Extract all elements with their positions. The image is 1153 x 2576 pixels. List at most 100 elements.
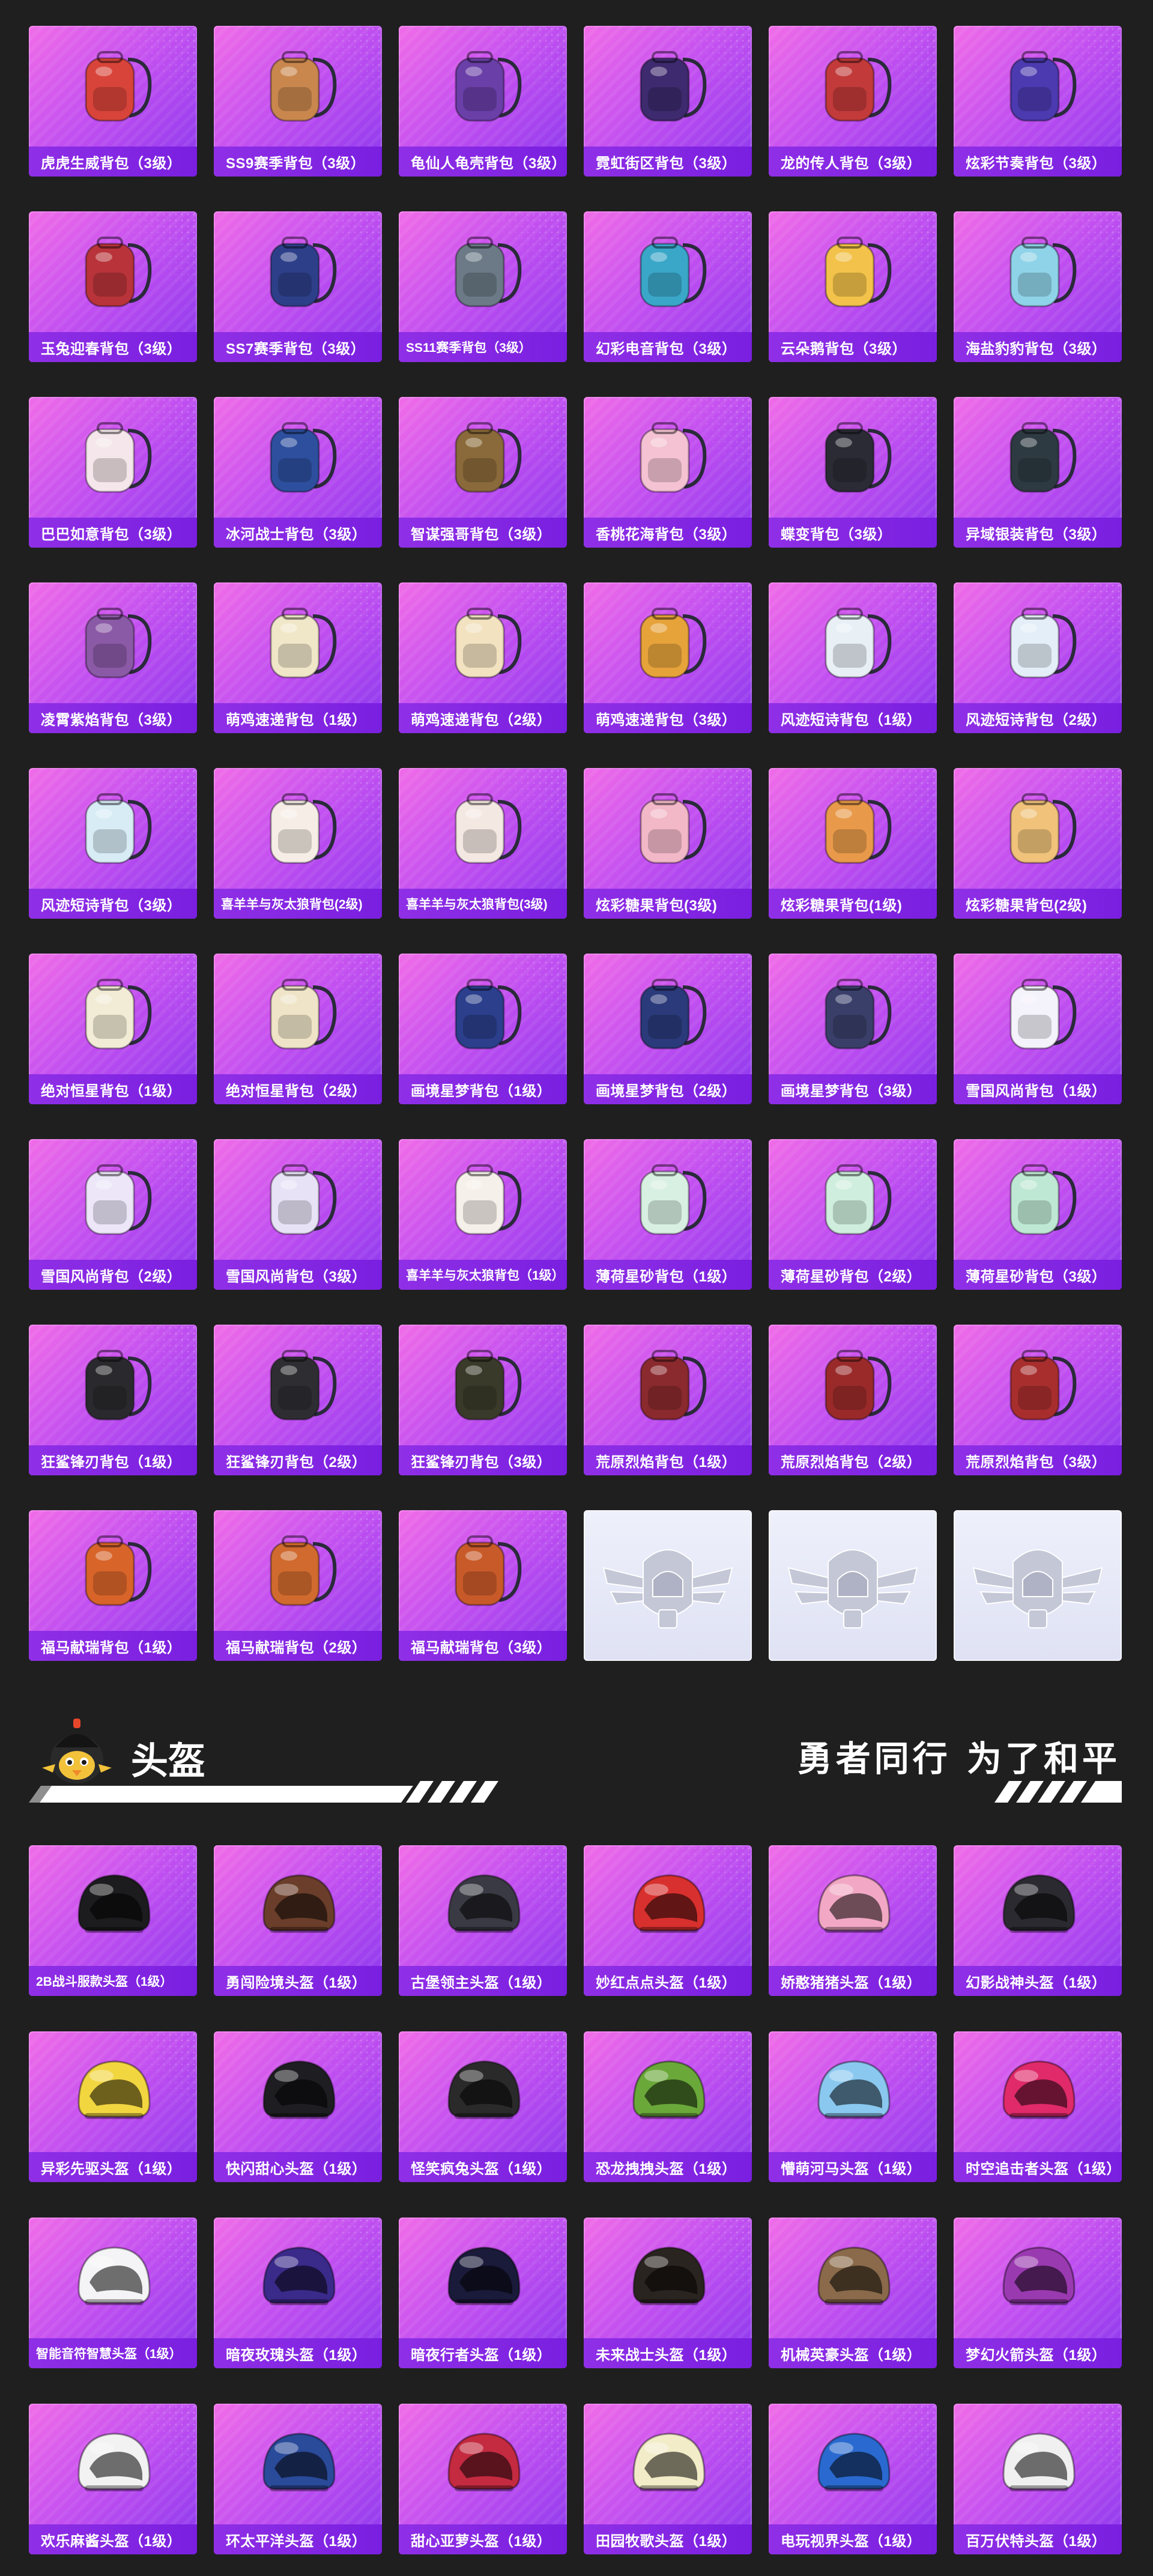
backpack-card[interactable]: 狂鲨锋刃背包（1级）: [29, 1325, 197, 1475]
backpack-icon: [29, 26, 197, 147]
backpack-card[interactable]: 画境星梦背包（1级）: [399, 954, 567, 1104]
helmet-card[interactable]: 娇憨猪猪头盔（1级）: [769, 1845, 937, 1996]
backpack-card[interactable]: 云朵鹅背包（3级）: [769, 211, 937, 362]
backpack-card[interactable]: 萌鸡速递背包（1级）: [214, 582, 382, 733]
placeholder-card[interactable]: [584, 1510, 752, 1661]
backpack-card[interactable]: 绝对恒星背包（2级）: [214, 954, 382, 1104]
helmet-card[interactable]: 甜心亚萝头盔（1级）: [399, 2404, 567, 2554]
helmet-card[interactable]: 田园牧歌头盔（1级）: [584, 2404, 752, 2554]
helmet-card[interactable]: 古堡领主头盔（1级）: [399, 1845, 567, 1996]
backpack-icon: [584, 1139, 752, 1260]
helmet-card[interactable]: 未来战士头盔（1级）: [584, 2218, 752, 2368]
backpack-card[interactable]: 风迹短诗背包（1级）: [769, 582, 937, 733]
helmet-card[interactable]: 勇闯险境头盔（1级）: [214, 1845, 382, 1996]
helmet-card[interactable]: 梦幻火箭头盔（1级）: [954, 2218, 1122, 2368]
backpack-card[interactable]: 冰河战士背包（3级）: [214, 397, 382, 548]
helmet-icon: [584, 1845, 752, 1966]
backpack-card[interactable]: 玉兔迎春背包（3级）: [29, 211, 197, 362]
helmet-card[interactable]: 机械英豪头盔（1级）: [769, 2218, 937, 2368]
backpack-card[interactable]: SS11赛季背包（3级）: [399, 211, 567, 362]
backpack-card[interactable]: 福马献瑞背包（3级）: [399, 1510, 567, 1661]
helmet-card[interactable]: 妙红点点头盔（1级）: [584, 1845, 752, 1996]
helmet-card[interactable]: 2B战斗服款头盔（1级）: [29, 1845, 197, 1996]
backpack-card[interactable]: 薄荷星砂背包（1级）: [584, 1139, 752, 1290]
backpack-icon: [29, 582, 197, 703]
backpack-name-label: 薄荷星砂背包（1级）: [584, 1260, 752, 1290]
helmet-icon: [29, 2031, 197, 2152]
backpack-card[interactable]: 荒原烈焰背包（3级）: [954, 1325, 1122, 1475]
backpack-card[interactable]: 薄荷星砂背包（2级）: [769, 1139, 937, 1290]
backpack-card[interactable]: 喜羊羊与灰太狼背包(2级): [214, 768, 382, 919]
helmet-card[interactable]: 百万伏特头盔（1级）: [954, 2404, 1122, 2554]
backpack-card[interactable]: 炫彩糖果背包(3级): [584, 768, 752, 919]
backpack-card[interactable]: 异域银装背包（3级）: [954, 397, 1122, 548]
helmet-icon: [954, 1845, 1122, 1966]
backpack-card[interactable]: SS9赛季背包（3级）: [214, 26, 382, 177]
backpack-card[interactable]: 龟仙人龟壳背包（3级）: [399, 26, 567, 177]
backpack-card[interactable]: 雪国风尚背包（2级）: [29, 1139, 197, 1290]
backpack-card[interactable]: 荒原烈焰背包（1级）: [584, 1325, 752, 1475]
backpack-card[interactable]: 雪国风尚背包（1级）: [954, 954, 1122, 1104]
backpack-card[interactable]: 荒原烈焰背包（2级）: [769, 1325, 937, 1475]
helmet-card[interactable]: 幻影战神头盔（1级）: [954, 1845, 1122, 1996]
backpack-card[interactable]: 虎虎生威背包（3级）: [29, 26, 197, 177]
backpack-card[interactable]: 狂鲨锋刃背包（2级）: [214, 1325, 382, 1475]
placeholder-card[interactable]: [954, 1510, 1122, 1661]
backpack-name-label: 冰河战士背包（3级）: [214, 518, 382, 548]
backpack-name-label: 虎虎生威背包（3级）: [29, 147, 197, 177]
backpack-card[interactable]: 画境星梦背包（3级）: [769, 954, 937, 1104]
placeholder-card[interactable]: [769, 1510, 937, 1661]
backpack-card[interactable]: 画境星梦背包（2级）: [584, 954, 752, 1104]
backpack-card[interactable]: 萌鸡速递背包（3级）: [584, 582, 752, 733]
backpack-card[interactable]: 萌鸡速递背包（2级）: [399, 582, 567, 733]
backpack-icon: [769, 582, 937, 703]
helmet-card[interactable]: 怪笑疯兔头盔（1级）: [399, 2031, 567, 2182]
backpack-name-label: SS11赛季背包（3级）: [399, 332, 567, 362]
helmet-card[interactable]: 懵萌河马头盔（1级）: [769, 2031, 937, 2182]
backpack-card[interactable]: 霓虹街区背包（3级）: [584, 26, 752, 177]
backpack-card[interactable]: 薄荷星砂背包（3级）: [954, 1139, 1122, 1290]
helmet-icon: [769, 2031, 937, 2152]
backpack-card[interactable]: 蝶变背包（3级）: [769, 397, 937, 548]
backpack-card[interactable]: 炫彩节奏背包（3级）: [954, 26, 1122, 177]
helmet-card[interactable]: 异彩先驱头盔（1级）: [29, 2031, 197, 2182]
backpack-card[interactable]: 幻彩电音背包（3级）: [584, 211, 752, 362]
backpack-card[interactable]: 炫彩糖果背包(2级): [954, 768, 1122, 919]
backpack-card[interactable]: 喜羊羊与灰太狼背包（1级）: [399, 1139, 567, 1290]
backpack-card[interactable]: 巴巴如意背包（3级）: [29, 397, 197, 548]
backpack-card[interactable]: 福马献瑞背包（1级）: [29, 1510, 197, 1661]
backpack-name-label: 凌霄紫焰背包（3级）: [29, 703, 197, 733]
backpack-name-label: 喜羊羊与灰太狼背包(2级): [214, 889, 382, 919]
helmet-card[interactable]: 快闪甜心头盔（1级）: [214, 2031, 382, 2182]
backpack-card[interactable]: 狂鲨锋刃背包（3级）: [399, 1325, 567, 1475]
helmet-card[interactable]: 暗夜行者头盔（1级）: [399, 2218, 567, 2368]
helmet-card[interactable]: 智能音符智慧头盔（1级）: [29, 2218, 197, 2368]
backpack-card[interactable]: 海盐豹豹背包（3级）: [954, 211, 1122, 362]
backpack-card[interactable]: 风迹短诗背包（3级）: [29, 768, 197, 919]
helmet-card[interactable]: 环太平洋头盔（1级）: [214, 2404, 382, 2554]
backpack-name-label: 幻彩电音背包（3级）: [584, 332, 752, 362]
backpack-card[interactable]: 绝对恒星背包（1级）: [29, 954, 197, 1104]
emblem-placeholder-icon: [954, 1510, 1122, 1661]
helmet-card[interactable]: 电玩视界头盔（1级）: [769, 2404, 937, 2554]
backpack-icon: [954, 26, 1122, 147]
backpack-card[interactable]: 炫彩糖果背包(1级): [769, 768, 937, 919]
helmet-card[interactable]: 恐龙拽拽头盔（1级）: [584, 2031, 752, 2182]
helmet-card[interactable]: 时空追击者头盔（1级）: [954, 2031, 1122, 2182]
helmet-name-label: 恐龙拽拽头盔（1级）: [584, 2152, 752, 2182]
backpack-icon: [584, 582, 752, 703]
backpack-card[interactable]: 智谋强哥背包（3级）: [399, 397, 567, 548]
backpack-icon: [769, 954, 937, 1074]
backpack-card[interactable]: 香桃花海背包（3级）: [584, 397, 752, 548]
backpack-card[interactable]: 风迹短诗背包（2级）: [954, 582, 1122, 733]
backpack-card[interactable]: 雪国风尚背包（3级）: [214, 1139, 382, 1290]
helmet-icon: [214, 1845, 382, 1966]
helmet-card[interactable]: 暗夜玫瑰头盔（1级）: [214, 2218, 382, 2368]
backpack-card[interactable]: SS7赛季背包（3级）: [214, 211, 382, 362]
backpack-card[interactable]: 福马献瑞背包（2级）: [214, 1510, 382, 1661]
backpack-icon: [399, 582, 567, 703]
backpack-card[interactable]: 龙的传人背包（3级）: [769, 26, 937, 177]
backpack-card[interactable]: 喜羊羊与灰太狼背包(3级): [399, 768, 567, 919]
helmet-card[interactable]: 欢乐麻酱头盔（1级）: [29, 2404, 197, 2554]
backpack-card[interactable]: 凌霄紫焰背包（3级）: [29, 582, 197, 733]
